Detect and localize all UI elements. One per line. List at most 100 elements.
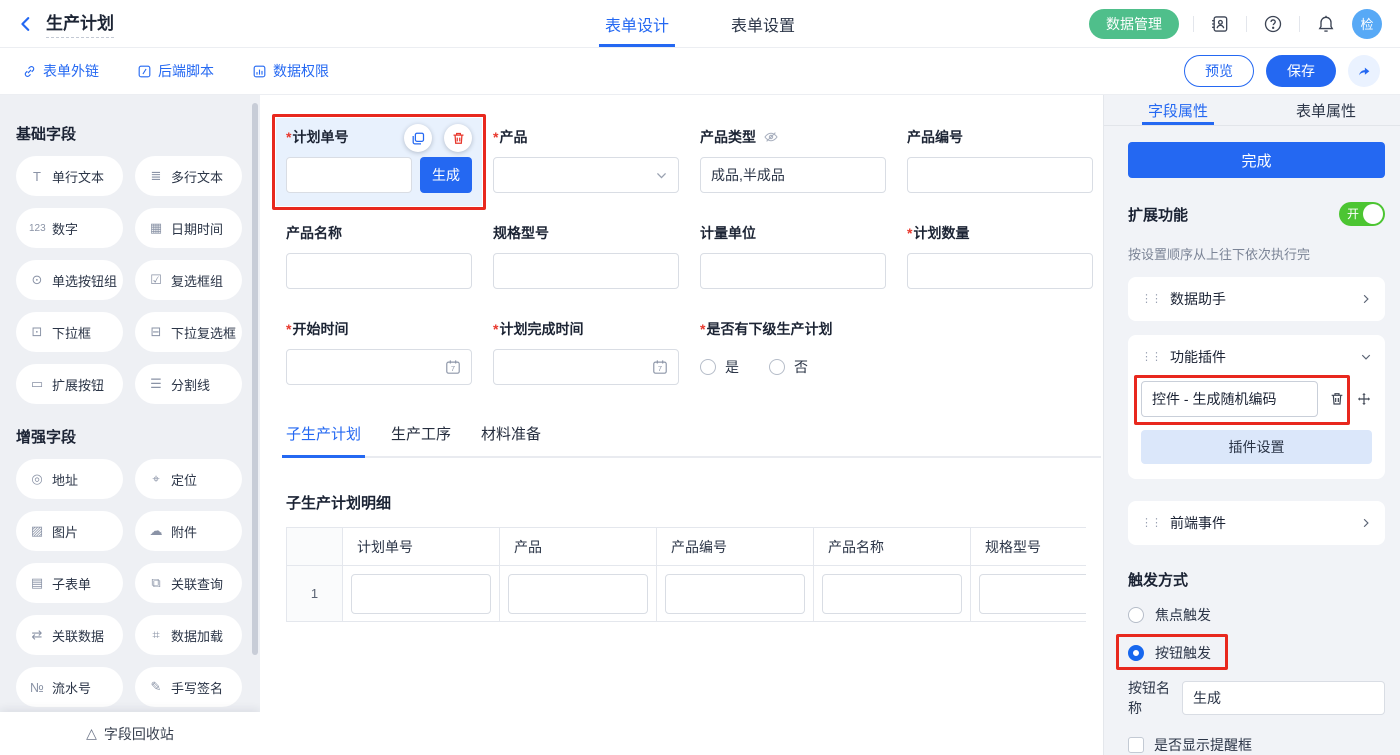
frontend-event-header[interactable]: ⋮⋮ 前端事件 bbox=[1141, 501, 1372, 545]
spec-model-input[interactable] bbox=[493, 253, 679, 289]
radio-circle-icon bbox=[700, 359, 716, 375]
field-start-time[interactable]: 开始时间 7 bbox=[286, 319, 472, 385]
show-reminder-checkbox-row[interactable]: 是否显示提醒框 bbox=[1128, 735, 1385, 755]
preview-button[interactable]: 预览 bbox=[1184, 55, 1254, 87]
move-plugin-handle[interactable] bbox=[1356, 391, 1372, 407]
sidebar-item-image[interactable]: ▨图片 bbox=[16, 511, 123, 551]
field-product-name[interactable]: 产品名称 bbox=[286, 223, 472, 289]
tab-form-properties[interactable]: 表单属性 bbox=[1252, 95, 1400, 125]
extension-toggle[interactable]: 开 bbox=[1339, 202, 1385, 226]
copy-field-button[interactable] bbox=[404, 124, 432, 152]
sidebar-item-datetime[interactable]: ▦日期时间 bbox=[135, 208, 242, 248]
function-plugin-header[interactable]: ⋮⋮ 功能插件 bbox=[1141, 335, 1372, 379]
chevron-right-icon bbox=[1360, 517, 1372, 529]
cell-input-plan-number[interactable] bbox=[351, 574, 491, 614]
save-button[interactable]: 保存 bbox=[1266, 55, 1336, 87]
unit-input[interactable] bbox=[700, 253, 886, 289]
sidebar-item-linked-query[interactable]: ⧉关联查询 bbox=[135, 563, 242, 603]
contact-book-icon[interactable] bbox=[1208, 12, 1232, 36]
product-code-input[interactable] bbox=[907, 157, 1093, 193]
sidebar-item-number[interactable]: 123数字 bbox=[16, 208, 123, 248]
sidebar-item-geolocation[interactable]: ⌖定位 bbox=[135, 459, 242, 499]
move-icon bbox=[1356, 391, 1372, 407]
avatar[interactable]: 检 bbox=[1352, 9, 1382, 39]
radio-yes[interactable]: 是 bbox=[700, 357, 739, 377]
data-manage-button[interactable]: 数据管理 bbox=[1089, 9, 1179, 39]
field-finish-time[interactable]: 计划完成时间 7 bbox=[493, 319, 679, 385]
tab-material-preparation[interactable]: 材料准备 bbox=[481, 423, 541, 456]
sidebar-item-extend-button[interactable]: ▭扩展按钮 bbox=[16, 364, 123, 404]
plan-number-input[interactable] bbox=[286, 157, 412, 193]
finish-time-input[interactable]: 7 bbox=[493, 349, 679, 385]
checkbox-icon[interactable] bbox=[1128, 737, 1144, 753]
location-pin-icon: ◎ bbox=[29, 471, 45, 487]
field-has-sub-plan[interactable]: 是否有下级生产计划 是 否 bbox=[700, 319, 1093, 385]
sidebar-item-signature[interactable]: ✎手写签名 bbox=[135, 667, 242, 707]
cell-input-spec-model[interactable] bbox=[979, 574, 1086, 614]
sidebar-item-multi-line-text[interactable]: ≣多行文本 bbox=[135, 156, 242, 196]
backend-script-menu[interactable]: 后端脚本 bbox=[137, 61, 214, 81]
field-product-code[interactable]: 产品编号 bbox=[907, 127, 1093, 193]
checkbox-icon: ☑ bbox=[148, 272, 164, 288]
start-time-input[interactable]: 7 bbox=[286, 349, 472, 385]
tab-form-settings[interactable]: 表单设置 bbox=[731, 0, 795, 47]
radio-circle-icon bbox=[1128, 607, 1144, 623]
sidebar-item-attachment[interactable]: ☁附件 bbox=[135, 511, 242, 551]
drag-handle-icon[interactable]: ⋮⋮ bbox=[1141, 352, 1161, 363]
field-product-type[interactable]: 产品类型 成品,半成品 bbox=[700, 127, 886, 193]
field-unit[interactable]: 计量单位 bbox=[700, 223, 886, 289]
button-name-label: 按钮名称 bbox=[1128, 678, 1172, 718]
sidebar-item-select[interactable]: ⊡下拉框 bbox=[16, 312, 123, 352]
sidebar-item-checkbox-group[interactable]: ☑复选框组 bbox=[135, 260, 242, 300]
sidebar-item-address[interactable]: ◎地址 bbox=[16, 459, 123, 499]
product-type-value[interactable]: 成品,半成品 bbox=[700, 157, 886, 193]
help-icon[interactable] bbox=[1261, 12, 1285, 36]
external-link-menu[interactable]: 表单外链 bbox=[22, 61, 99, 81]
tab-field-properties[interactable]: 字段属性 bbox=[1104, 95, 1252, 125]
sidebar-item-single-line-text[interactable]: T单行文本 bbox=[16, 156, 123, 196]
sidebar-item-multi-select[interactable]: ⊟下拉复选框 bbox=[135, 312, 242, 352]
share-button[interactable] bbox=[1348, 55, 1380, 87]
cell-input-product[interactable] bbox=[508, 574, 648, 614]
generate-button[interactable]: 生成 bbox=[420, 157, 472, 193]
sidebar-item-radio-group[interactable]: ⊙单选按钮组 bbox=[16, 260, 123, 300]
data-permission-menu[interactable]: 数据权限 bbox=[252, 61, 329, 81]
delete-field-button[interactable] bbox=[444, 124, 472, 152]
sidebar-scrollbar[interactable] bbox=[252, 103, 258, 655]
cell-input-product-name[interactable] bbox=[822, 574, 962, 614]
sidebar-item-divider[interactable]: ☰分割线 bbox=[135, 364, 242, 404]
button-name-input[interactable] bbox=[1182, 681, 1385, 715]
plan-quantity-input[interactable] bbox=[907, 253, 1093, 289]
back-icon[interactable] bbox=[16, 14, 36, 34]
product-name-input[interactable] bbox=[286, 253, 472, 289]
button-icon: ▭ bbox=[29, 376, 45, 392]
trigger-focus-option[interactable]: 焦点触发 bbox=[1128, 605, 1211, 625]
tab-form-design[interactable]: 表单设计 bbox=[605, 0, 669, 47]
field-spec-model[interactable]: 规格型号 bbox=[493, 223, 679, 289]
delete-plugin-button[interactable] bbox=[1329, 391, 1345, 407]
field-plan-quantity[interactable]: 计划数量 bbox=[907, 223, 1093, 289]
field-product[interactable]: 产品 bbox=[493, 127, 679, 193]
radio-no[interactable]: 否 bbox=[769, 357, 808, 377]
plugin-settings-button[interactable]: 插件设置 bbox=[1141, 430, 1372, 464]
sidebar-item-subform[interactable]: ▤子表单 bbox=[16, 563, 123, 603]
column-header: 产品编号 bbox=[657, 528, 814, 566]
plugin-name-box[interactable]: 控件 - 生成随机编码 bbox=[1141, 381, 1318, 417]
sidebar-item-data-load[interactable]: ⌗数据加载 bbox=[135, 615, 242, 655]
field-plan-number[interactable]: 计划单号 生成 bbox=[286, 127, 472, 193]
notification-bell-icon[interactable] bbox=[1314, 12, 1338, 36]
product-select[interactable] bbox=[493, 157, 679, 193]
field-recycle-bin[interactable]: △ 字段回收站 bbox=[0, 712, 260, 755]
tab-sub-production-plan[interactable]: 子生产计划 bbox=[286, 423, 361, 456]
drag-handle-icon[interactable]: ⋮⋮ bbox=[1141, 294, 1161, 305]
cell-input-product-code[interactable] bbox=[665, 574, 805, 614]
calendar-icon: 7 bbox=[652, 359, 668, 375]
data-assistant-header[interactable]: ⋮⋮ 数据助手 bbox=[1141, 277, 1372, 321]
trigger-button-option[interactable]: 按钮触发 bbox=[1128, 643, 1211, 663]
done-button[interactable]: 完成 bbox=[1128, 142, 1385, 178]
tab-production-process[interactable]: 生产工序 bbox=[391, 423, 451, 456]
sidebar-item-linked-data[interactable]: ⇄关联数据 bbox=[16, 615, 123, 655]
sidebar-item-serial-number[interactable]: №流水号 bbox=[16, 667, 123, 707]
drag-handle-icon[interactable]: ⋮⋮ bbox=[1141, 518, 1161, 529]
trash-icon bbox=[1329, 391, 1345, 407]
